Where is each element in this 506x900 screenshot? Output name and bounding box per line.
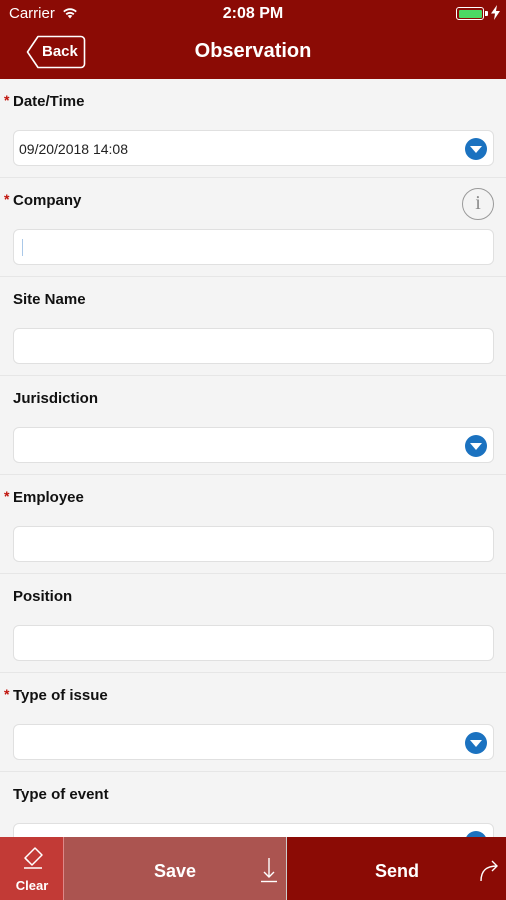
type-of-event-select[interactable] xyxy=(13,823,494,837)
position-input[interactable] xyxy=(13,625,494,661)
type-of-event-label: Type of event xyxy=(13,786,109,803)
datetime-label: Date/Time xyxy=(13,93,85,110)
field-position: Position xyxy=(0,574,506,673)
battery-icon xyxy=(456,7,484,20)
required-marker: * xyxy=(4,191,10,207)
text-cursor xyxy=(22,239,23,256)
chevron-down-circle-icon[interactable] xyxy=(465,732,487,754)
field-company: * Company i xyxy=(0,178,506,277)
field-employee: * Employee xyxy=(0,475,506,574)
status-bar: Carrier 2:08 PM xyxy=(0,0,506,28)
charging-icon xyxy=(491,5,500,20)
employee-input[interactable] xyxy=(13,526,494,562)
position-label: Position xyxy=(13,588,73,605)
employee-label: Employee xyxy=(13,489,84,506)
field-datetime: * Date/Time 09/20/2018 14:08 xyxy=(0,79,506,178)
jurisdiction-label: Jurisdiction xyxy=(13,390,99,407)
chevron-down-circle-icon[interactable] xyxy=(465,435,487,457)
required-marker: * xyxy=(4,92,10,108)
send-label: Send xyxy=(374,861,419,881)
field-type-of-event: Type of event xyxy=(0,772,506,837)
forward-arrow-icon xyxy=(480,860,498,882)
observation-form: * Date/Time 09/20/2018 14:08 * Company i… xyxy=(0,79,506,837)
company-label: Company xyxy=(13,192,82,209)
jurisdiction-select[interactable] xyxy=(13,427,494,463)
status-time: 2:08 PM xyxy=(222,5,284,22)
send-button[interactable]: Send xyxy=(286,837,506,900)
field-site-name: Site Name xyxy=(0,277,506,376)
clear-label: Clear xyxy=(15,878,49,893)
company-input[interactable] xyxy=(13,229,494,265)
nav-bar: Back Observation xyxy=(0,28,506,79)
required-marker: * xyxy=(4,686,10,702)
required-marker: * xyxy=(4,488,10,504)
clear-button[interactable]: Clear xyxy=(0,837,64,900)
bottom-toolbar: Clear Save Send xyxy=(0,837,506,900)
field-type-of-issue: * Type of issue xyxy=(0,673,506,772)
eraser-icon xyxy=(24,847,43,869)
save-button[interactable]: Save xyxy=(64,837,286,900)
datetime-select[interactable]: 09/20/2018 14:08 xyxy=(13,130,494,166)
site-name-input[interactable] xyxy=(13,328,494,364)
field-jurisdiction: Jurisdiction xyxy=(0,376,506,475)
download-icon xyxy=(261,858,277,883)
battery-tip xyxy=(485,11,488,16)
type-of-issue-select[interactable] xyxy=(13,724,494,760)
site-name-label: Site Name xyxy=(13,291,86,308)
datetime-value: 09/20/2018 14:08 xyxy=(19,141,128,157)
type-of-issue-label: Type of issue xyxy=(13,687,108,704)
page-title: Observation xyxy=(194,40,312,62)
info-icon[interactable]: i xyxy=(462,188,494,220)
chevron-down-circle-icon[interactable] xyxy=(465,138,487,160)
save-label: Save xyxy=(153,861,197,881)
top-bar: Carrier 2:08 PM Back Observation xyxy=(0,0,506,79)
